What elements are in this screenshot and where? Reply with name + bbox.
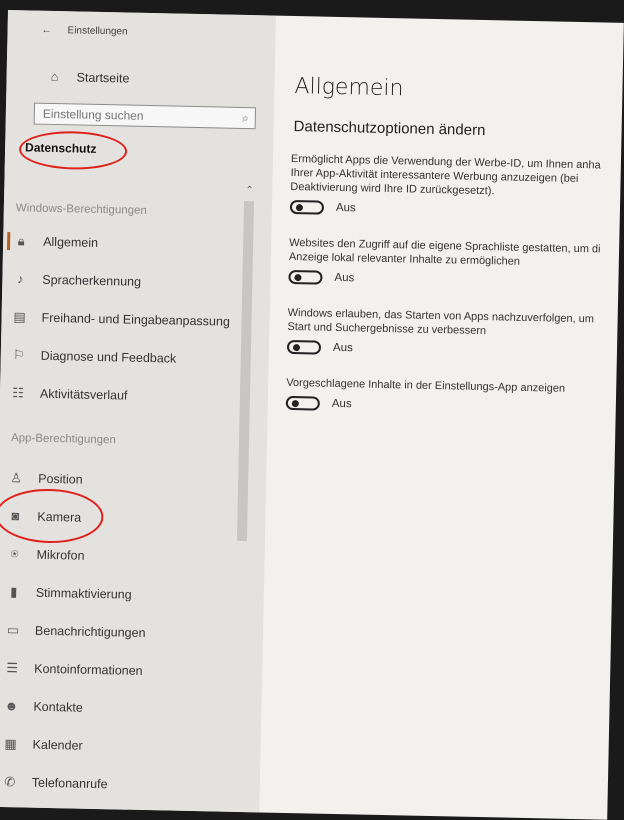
account-info-icon: ☰ (6, 660, 19, 676)
voice-activation-icon: ▮ (10, 584, 18, 600)
sidebar-item-label: Spracherkennung (42, 272, 142, 289)
group-header-app: App-Berechtigungen (10, 432, 116, 447)
toggle-state: Aus (335, 201, 356, 215)
speech-icon: ♪ (16, 271, 24, 287)
contacts-icon: ☻ (4, 698, 19, 714)
toggle-vorgeschlagene-inhalte[interactable] (285, 395, 320, 411)
page-title: Allgemein (294, 74, 404, 102)
toggle-state: Aus (331, 397, 352, 411)
option-app-starts: Windows erlauben, das Starten von Apps n… (286, 306, 624, 361)
back-arrow-icon[interactable]: ← (41, 25, 51, 36)
sidebar-item-freihand[interactable]: ▤ Freihand- und Eingabeanpassung (11, 309, 230, 330)
option-description-line: Vorgeschlagene Inhalte in der Einstellun… (286, 376, 566, 395)
sidebar-item-benachrichtigungen[interactable]: ▭ Benachrichtigungen (5, 622, 146, 641)
toggle-state: Aus (334, 271, 355, 285)
sidebar-item-diagnose[interactable]: ⚐ Diagnose und Feedback (11, 347, 177, 366)
calendar-icon: ▦ (4, 736, 17, 752)
sidebar-item-kalender[interactable]: ▦ Kalender (2, 736, 82, 754)
search-input[interactable] (40, 105, 235, 126)
scrollbar[interactable] (236, 200, 255, 542)
search-icon[interactable]: ⌕ (242, 110, 249, 125)
sidebar-item-mikrofon[interactable]: ⍟ Mikrofon (6, 546, 85, 564)
lock-icon: 🔒︎ (17, 233, 25, 249)
microphone-icon: ⍟ (10, 546, 19, 562)
toggle-werbe-id[interactable] (289, 199, 325, 215)
option-vorgeschlagene-inhalte: Vorgeschlagene Inhalte in der Einstellun… (285, 376, 624, 417)
scroll-up-icon[interactable]: ⌃ (245, 185, 254, 196)
title-bar: ← Einstellungen (41, 25, 127, 38)
sidebar-item-label: Kalender (32, 737, 83, 753)
sidebar-item-stimmaktivierung[interactable]: ▮ Stimmaktivierung (6, 584, 132, 603)
sidebar-item-kontoinformationen[interactable]: ☰ Kontoinformationen (4, 660, 143, 679)
toggle-knob (294, 274, 302, 282)
sidebar-item-label: Allgemein (43, 234, 99, 250)
phone-icon: ✆ (4, 774, 16, 790)
search-box[interactable]: ⌕ (33, 102, 257, 130)
toggle-knob (295, 204, 303, 212)
sidebar-item-home[interactable]: ⌂ Startseite (46, 68, 130, 86)
active-indicator (6, 232, 11, 251)
toggle-knob (291, 400, 299, 408)
sidebar-item-label: Aktivitätsverlauf (39, 386, 128, 403)
sidebar-item-label: Kontakte (33, 699, 83, 715)
window-title: Einstellungen (67, 25, 128, 38)
sidebar-item-allgemein[interactable]: 🔒︎ Allgemein (13, 233, 99, 251)
toggle-state: Aus (332, 341, 353, 355)
home-icon: ⌂ (50, 68, 59, 85)
sidebar-item-label: Position (38, 471, 83, 487)
feedback-icon: ⚐ (12, 347, 25, 363)
option-sprachliste: Websites den Zugriff auf die eigene Spra… (288, 236, 624, 291)
sidebar-item-spracherkennung[interactable]: ♪ Spracherkennung (12, 271, 141, 289)
toggle-sprachliste[interactable] (288, 269, 323, 285)
sidebar-item-label: Telefonanrufe (31, 775, 108, 792)
clipboard-icon: ▤ (13, 309, 26, 325)
sidebar: ← Einstellungen ⌂ Startseite ⌕ Datenschu… (0, 10, 276, 813)
sidebar-item-label: Benachrichtigungen (34, 623, 146, 641)
sidebar-item-label: Mikrofon (36, 547, 85, 563)
sidebar-item-kontakte[interactable]: ☻ Kontakte (3, 698, 83, 715)
sidebar-item-label: Kontoinformationen (34, 661, 143, 678)
sidebar-item-label: Freihand- und Eingabeanpassung (41, 310, 231, 329)
settings-window: ← Einstellungen ⌂ Startseite ⌕ Datenschu… (0, 10, 624, 820)
annotation-circle-kamera (0, 487, 104, 545)
sidebar-item-label: Startseite (76, 69, 130, 86)
sidebar-item-label: Stimmaktivierung (35, 585, 132, 602)
group-header-windows: Windows-Berechtigungen (15, 202, 147, 217)
timeline-icon: ☷ (12, 385, 24, 401)
sidebar-item-aktivitaetsverlauf[interactable]: ☷ Aktivitätsverlauf (10, 385, 128, 403)
toggle-knob (292, 344, 301, 352)
sidebar-item-position[interactable]: ♙ Position (8, 470, 83, 488)
sidebar-item-label: Diagnose und Feedback (40, 348, 177, 366)
subheading: Datenschutzoptionen ändern (293, 118, 486, 140)
option-werbe-id: Ermöglicht Apps die Verwendung der Werbe… (289, 152, 624, 221)
location-icon: ♙ (10, 470, 23, 486)
annotation-circle-datenschutz (18, 130, 128, 171)
sidebar-item-telefonanrufe[interactable]: ✆ Telefonanrufe (2, 774, 108, 792)
main-content: Allgemein Datenschutzoptionen ändern Erm… (259, 16, 624, 820)
notification-icon: ▭ (6, 622, 20, 638)
toggle-app-starts[interactable] (286, 339, 322, 355)
